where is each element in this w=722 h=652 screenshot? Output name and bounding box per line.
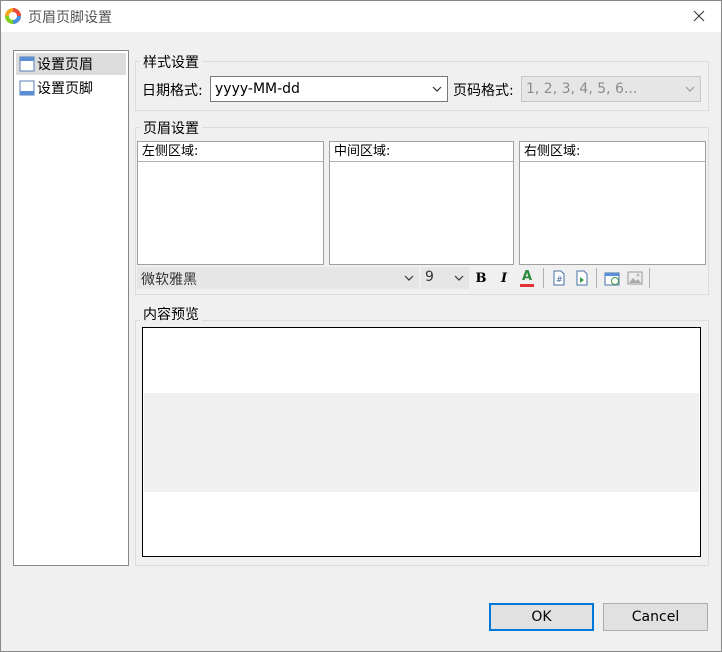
font-family-value: 微软雅黑: [141, 272, 197, 288]
font-color-button[interactable]: A: [516, 267, 538, 289]
toolbar-separator: [649, 268, 650, 288]
header-group-title: 页眉设置: [140, 118, 202, 138]
title-bar: 页眉页脚设置: [0, 0, 722, 32]
svg-text:#: #: [556, 275, 563, 284]
date-format-select[interactable]: yyyy-MM-dd: [210, 76, 448, 102]
bold-icon: B: [475, 270, 487, 286]
image-icon: [627, 271, 643, 285]
preview-body-band: [144, 393, 699, 492]
nav-item-header-settings[interactable]: 设置页眉: [16, 53, 126, 75]
font-color-icon: A: [521, 268, 533, 284]
close-button[interactable]: [676, 0, 722, 32]
italic-button[interactable]: I: [493, 267, 515, 289]
font-size-select[interactable]: 9: [421, 267, 469, 289]
page-count-icon: [576, 270, 588, 286]
center-area-editor[interactable]: 中间区域:: [329, 141, 514, 265]
chevron-down-icon: [454, 275, 464, 281]
font-color-bar: [520, 283, 534, 287]
close-icon: [693, 10, 705, 22]
page-header-icon: [19, 56, 35, 72]
app-logo-icon: [5, 8, 21, 24]
page-format-label: 页码格式:: [453, 83, 514, 99]
content-preview: [142, 327, 701, 557]
insert-page-count-button[interactable]: [571, 267, 593, 289]
nav-item-label: 设置页脚: [37, 81, 93, 97]
page-footer-icon: [19, 80, 35, 96]
chevron-down-icon: [685, 86, 695, 92]
left-area-editor[interactable]: 左侧区域:: [137, 141, 324, 265]
nav-item-label: 设置页眉: [37, 57, 93, 73]
date-format-label: 日期格式:: [142, 83, 203, 99]
left-area-label: 左侧区域:: [138, 142, 323, 162]
toolbar-separator: [543, 268, 544, 288]
style-group-title: 样式设置: [140, 52, 202, 72]
nav-list: 设置页眉 设置页脚: [13, 50, 129, 566]
toolbar-separator: [596, 268, 597, 288]
preview-group-title: 内容预览: [140, 304, 202, 324]
cancel-button[interactable]: Cancel: [603, 603, 708, 631]
calendar-icon: [604, 272, 620, 286]
insert-page-number-button[interactable]: #: [548, 267, 570, 289]
font-size-value: 9: [425, 269, 434, 285]
ok-button[interactable]: OK: [489, 603, 594, 631]
right-area-label: 右侧区域:: [520, 142, 705, 162]
chevron-down-icon: [432, 86, 442, 92]
nav-item-footer-settings[interactable]: 设置页脚: [16, 77, 126, 99]
chevron-down-icon: [404, 275, 414, 281]
window-title: 页眉页脚设置: [28, 10, 112, 26]
italic-icon: I: [500, 270, 508, 286]
right-area-editor[interactable]: 右侧区域:: [519, 141, 706, 265]
insert-date-button[interactable]: [601, 267, 623, 289]
center-area-label: 中间区域:: [330, 142, 513, 162]
insert-image-button[interactable]: [624, 267, 646, 289]
date-format-value: yyyy-MM-dd: [215, 81, 300, 97]
page-number-icon: #: [553, 270, 565, 286]
page-format-select[interactable]: 1, 2, 3, 4, 5, 6...: [521, 76, 701, 102]
bold-button[interactable]: B: [470, 267, 492, 289]
font-family-select[interactable]: 微软雅黑: [137, 267, 419, 289]
page-format-value: 1, 2, 3, 4, 5, 6...: [526, 81, 638, 97]
